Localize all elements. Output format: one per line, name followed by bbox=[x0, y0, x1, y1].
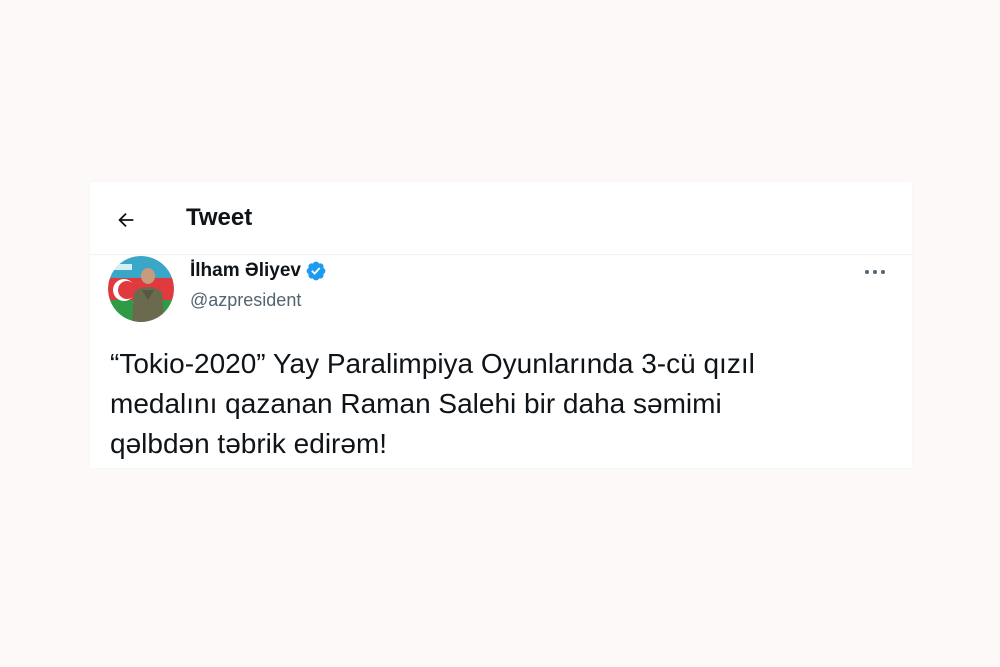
verified-badge-icon bbox=[306, 261, 326, 281]
author-name[interactable]: İlham Əliyev bbox=[190, 260, 301, 282]
back-button[interactable] bbox=[108, 202, 144, 238]
avatar-image bbox=[108, 256, 174, 322]
author-name-row: İlham Əliyev bbox=[190, 260, 327, 282]
more-horizontal-icon bbox=[865, 270, 885, 274]
more-options-button[interactable] bbox=[860, 262, 890, 282]
tweet-card: Tweet İlham Əliyev @azpresident “Tokio-2… bbox=[90, 182, 912, 468]
avatar[interactable] bbox=[108, 256, 174, 322]
tweet-header: Tweet bbox=[90, 182, 912, 255]
arrow-left-icon bbox=[118, 212, 134, 228]
tweet-text: “Tokio-2020” Yay Paralimpiya Oyunlarında… bbox=[110, 348, 755, 459]
author-handle[interactable]: @azpresident bbox=[190, 290, 301, 311]
page-title: Tweet bbox=[186, 204, 253, 231]
